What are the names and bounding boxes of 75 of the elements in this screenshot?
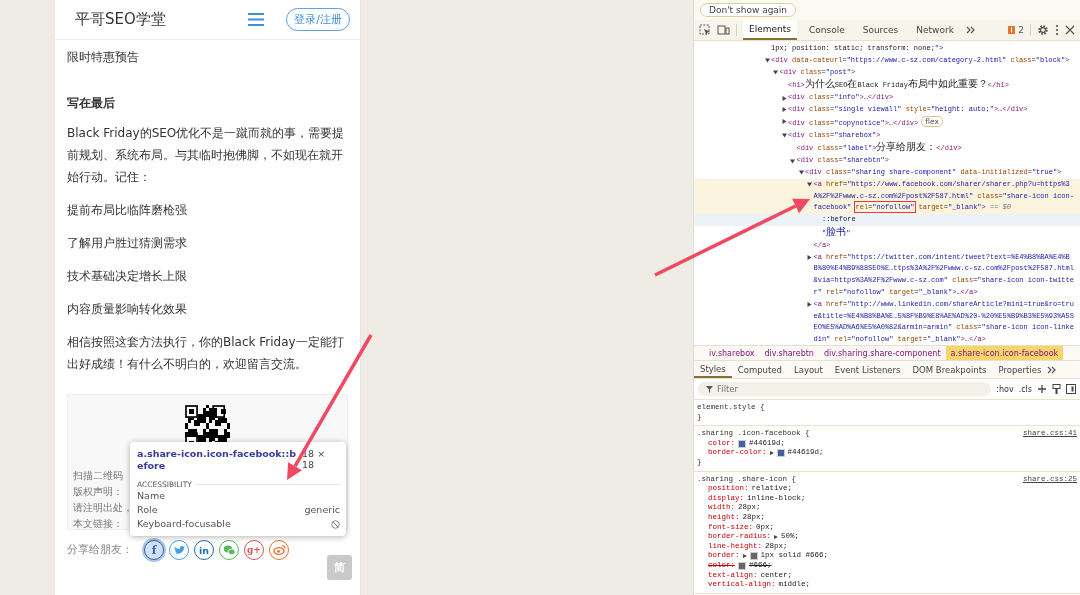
- more-tabs-icon[interactable]: [965, 25, 976, 35]
- breadcrumb-item[interactable]: a.share-icon.icon-facebook: [945, 346, 1064, 360]
- copyright-line: 请注明出处，: [73, 501, 133, 515]
- article-paragraph: 限时特惠预告: [67, 49, 140, 66]
- expanded-triangle-icon[interactable]: [807, 182, 812, 188]
- collapsed-triangle-icon[interactable]: [781, 95, 787, 101]
- devtools-tab[interactable]: Console: [802, 20, 851, 40]
- collapsed-triangle-icon[interactable]: [781, 119, 787, 125]
- styles-pane-tab[interactable]: DOM Breakpoints: [906, 361, 993, 378]
- filter-toggle-button[interactable]: :hov: [996, 384, 1014, 394]
- tooltip-label: Name: [137, 489, 166, 503]
- article-paragraph: 相信按照这套方法执行，你的Black Friday一定能打出好成绩！有什么不明白的，欢迎留言交流。: [67, 334, 345, 373]
- styles-pane-tab[interactable]: Properties: [992, 361, 1048, 378]
- issues-badge[interactable]: 2: [1008, 25, 1024, 35]
- copyright-line: 本文链接：: [73, 517, 123, 531]
- collapsed-triangle-icon[interactable]: [807, 302, 812, 308]
- article-paragraph: Black Friday的SEO优化不是一蹴而就的事，需要提前规划、系统布局。与其临时抱佛脚，不如现在就开始行动。记住：: [67, 125, 346, 186]
- devtools-tab[interactable]: Network: [910, 20, 960, 40]
- more-options-icon[interactable]: [1055, 24, 1059, 36]
- filter-toggle-button[interactable]: .cls: [1018, 384, 1032, 394]
- devtools-tab[interactable]: Sources: [856, 20, 905, 40]
- site-title: 平哥SEO学堂: [75, 10, 167, 29]
- breadcrumb-item[interactable]: div.sharebtn: [759, 346, 819, 360]
- new-rule-icon[interactable]: [1037, 384, 1047, 394]
- tooltip-selector: a.share-icon.icon-facebook::before: [137, 448, 297, 472]
- collapsed-triangle-icon[interactable]: [781, 107, 787, 113]
- login-button[interactable]: 登录/注册: [286, 8, 350, 31]
- settings-icon[interactable]: [1037, 24, 1049, 36]
- device-toolbar-icon[interactable]: [717, 24, 730, 36]
- section-heading: 写在最后: [67, 95, 116, 112]
- filter-field[interactable]: Filter: [698, 382, 992, 396]
- bird-icon: [172, 544, 186, 556]
- collapsed-triangle-icon[interactable]: [807, 254, 812, 260]
- inspect-element-icon[interactable]: [699, 24, 711, 36]
- article-paragraph: 了解用户胜过猜测需求: [67, 235, 188, 252]
- expanded-triangle-icon[interactable]: [764, 58, 770, 64]
- breadcrumb-item[interactable]: div.sharing.share-component: [818, 346, 946, 360]
- facebook-share-button[interactable]: f: [144, 540, 164, 560]
- paint-brush-icon[interactable]: [1052, 384, 1061, 394]
- copyright-line: 扫描二维码: [73, 469, 123, 483]
- expanded-triangle-icon[interactable]: [798, 170, 804, 176]
- issue-flag-icon: [1008, 26, 1016, 34]
- more-tabs-icon[interactable]: [1047, 364, 1058, 375]
- filter-icon: [706, 385, 713, 393]
- article-paragraph: 技术基础决定增长上限: [67, 268, 188, 285]
- expanded-triangle-icon[interactable]: [781, 132, 787, 138]
- color-swatch[interactable]: [738, 561, 746, 570]
- eye-icon: [272, 544, 286, 556]
- tooltip-value: generic: [304, 503, 340, 517]
- devtools-tab[interactable]: Elements: [743, 20, 797, 40]
- menu-icon[interactable]: [248, 13, 265, 26]
- issues-count: 2: [1018, 25, 1024, 35]
- color-swatch[interactable]: [776, 449, 785, 458]
- styles-pane-tab[interactable]: Layout: [787, 361, 829, 378]
- expand-triangle-icon[interactable]: [769, 451, 774, 456]
- styles-pane-tab[interactable]: Event Listeners: [828, 361, 907, 378]
- styles-pane-tab[interactable]: Styles: [694, 361, 732, 378]
- copyright-line: 版权声明：: [73, 485, 123, 499]
- tooltip-label: Role: [137, 503, 158, 517]
- color-swatch[interactable]: [738, 439, 746, 448]
- close-icon[interactable]: [1065, 25, 1075, 35]
- sidebar-toggle-icon[interactable]: [1066, 384, 1076, 394]
- styles-pane-tab[interactable]: Computed: [731, 361, 788, 378]
- chat-bubbles-icon: [222, 544, 236, 556]
- article-paragraph: 提前布局比临阵磨枪强: [67, 202, 188, 219]
- expand-triangle-icon[interactable]: [774, 534, 778, 539]
- expanded-triangle-icon[interactable]: [773, 70, 778, 75]
- expand-triangle-icon[interactable]: [742, 554, 747, 559]
- color-swatch[interactable]: [749, 552, 758, 561]
- article-paragraph: 内容质量影响转化效果: [67, 301, 188, 318]
- breadcrumb-item[interactable]: iv.sharebox: [704, 346, 760, 360]
- share-label: 分享给朋友：: [67, 543, 133, 557]
- expanded-triangle-icon[interactable]: [790, 158, 795, 164]
- dont-show-again-button[interactable]: Don't show again: [700, 3, 797, 17]
- tooltip-label: Keyboard-focusable: [137, 517, 231, 531]
